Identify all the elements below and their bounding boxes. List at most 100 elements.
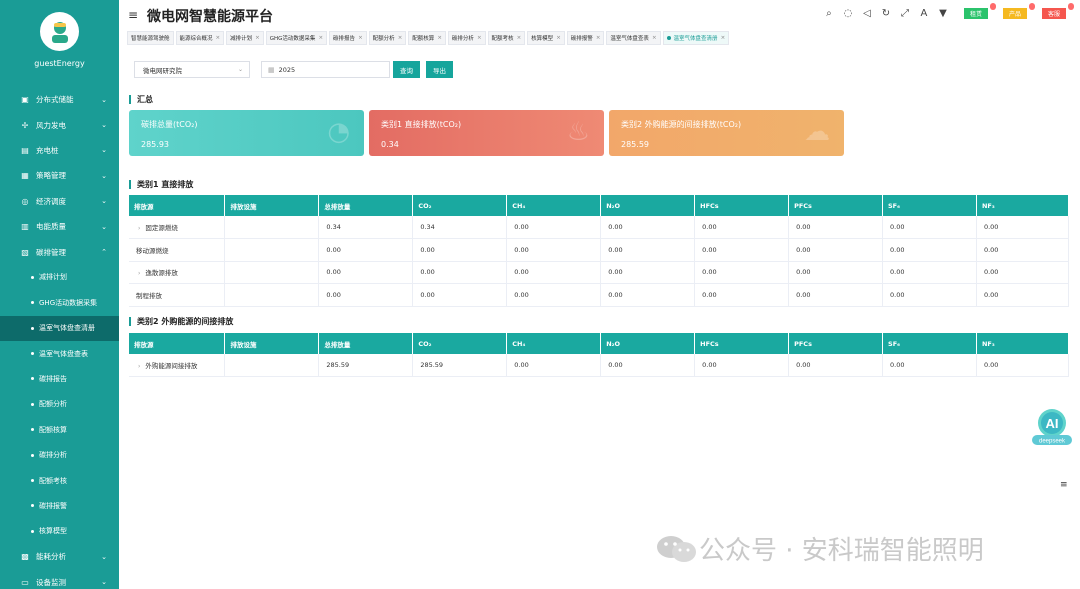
header-actions: ⌕ ◌ ◁ ↻ ⤢ A ▼ 租赁 产品 客服 xyxy=(823,2,1074,19)
calendar-icon: ▦ xyxy=(268,65,275,74)
settings-toggle-icon[interactable]: ≡ xyxy=(1060,480,1068,490)
table-row[interactable]: › 逸散源排放 0.00 0.00 0.00 0.00 0.00 0.00 0.00 0.00 xyxy=(129,261,1070,285)
svg-text:deepseek: deepseek xyxy=(1039,439,1066,445)
volume-icon[interactable]: ◁ xyxy=(861,7,873,19)
sidebar-subitem[interactable]: 核算模型 xyxy=(0,519,119,544)
table-row[interactable]: 移动源燃烧 0.00 0.00 0.00 0.00 0.00 0.00 0.00 0.00 xyxy=(129,238,1070,262)
top-header: ≡ 微电网智慧能源平台 ⌕ ◌ ◁ ↻ ⤢ A ▼ 租赁 产品 客服 xyxy=(119,0,1080,29)
chevron-down-icon: ⌄ xyxy=(101,222,107,231)
sidebar-subitem[interactable]: 配额考核 xyxy=(0,468,119,493)
close-icon[interactable]: × xyxy=(652,35,657,41)
tab-carbon-report[interactable]: 碳排报告 × xyxy=(329,31,367,45)
sidebar-subitem[interactable]: 碳排报警 xyxy=(0,493,119,518)
sidebar-item-storage[interactable]: ▣ 分布式储能 ⌄ xyxy=(0,87,119,112)
table-row[interactable]: › 外购能源间接排放 285.59 285.59 0.00 0.00 0.00 0.00 0.… xyxy=(129,354,1070,378)
sidebar-subitem[interactable]: 配额分析 xyxy=(0,392,119,417)
table-row[interactable]: › 固定源燃烧 0.34 0.34 0.00 0.00 0.00 0.00 0.00 0.00 xyxy=(129,216,1070,240)
ai-assistant-button[interactable]: AI deepseek xyxy=(1030,407,1074,447)
indirect-emission-table: 排放源 排放设施 总排放量 CO₂ CH₄ N₂O HFCs PFCs SF₆ … xyxy=(129,333,1070,378)
sidebar-subitem[interactable]: 碳排报告 xyxy=(0,366,119,391)
summary-section-title: 汇总 xyxy=(129,94,153,105)
close-icon[interactable]: × xyxy=(358,35,363,41)
sidebar-item-strategy[interactable]: ▦ 策略管理 ⌄ xyxy=(0,163,119,188)
sidebar-subitem[interactable]: 温室气体盘查表 xyxy=(0,341,119,366)
sidebar-item-charger[interactable]: ▤ 充电桩 ⌄ xyxy=(0,138,119,163)
ai-icon: AI deepseek xyxy=(1032,409,1072,445)
sidebar-subitem[interactable]: 配额核算 xyxy=(0,417,119,442)
close-icon[interactable]: × xyxy=(318,35,323,41)
charger-icon: ▤ xyxy=(21,145,29,155)
tab-model[interactable]: 核算模型 × xyxy=(527,31,565,45)
lease-button[interactable]: 租赁 xyxy=(963,2,996,19)
expand-icon[interactable]: › xyxy=(138,270,140,277)
wechat-icon[interactable]: ◌ xyxy=(842,7,854,19)
search-icon[interactable]: ⌕ xyxy=(823,7,835,19)
close-icon[interactable]: × xyxy=(517,35,522,41)
sidebar-item-dispatch[interactable]: ◎ 经济调度 ⌄ xyxy=(0,189,119,214)
query-button[interactable]: 查询 xyxy=(393,61,420,78)
username: guestEnergy xyxy=(34,59,85,68)
sidebar-subitem-active[interactable]: 温室气体盘查清册 xyxy=(0,315,119,341)
hamburger-icon[interactable]: ≡ xyxy=(128,8,138,22)
sidebar: guestEnergy ▣ 分布式储能 ⌄ ✢ 风力发电 ⌄ ▤ 充电桩 ⌄ ▦ 策略管理 ⌄ … xyxy=(0,0,119,589)
sidebar-menu: ▣ 分布式储能 ⌄ ✢ 风力发电 ⌄ ▤ 充电桩 ⌄ ▦ 策略管理 ⌄ ◎ 经济调度 ⌄ ▥ 电能质量… xyxy=(0,87,119,589)
chevron-down-icon: ⌄ xyxy=(101,171,107,180)
tab-quota-analysis[interactable]: 配额分析 × xyxy=(368,31,407,45)
power-quality-icon: ▥ xyxy=(21,222,29,232)
sidebar-item-monitor[interactable]: ▭ 设备监测 ⌄ xyxy=(0,569,119,589)
close-icon[interactable]: × xyxy=(596,35,601,41)
close-icon[interactable]: × xyxy=(437,35,442,41)
watermark: 公众号 · 安科瑞智能照明 xyxy=(655,530,984,567)
tab-carbon-alarm[interactable]: 碳排报警 × xyxy=(566,31,605,45)
sidebar-item-carbon[interactable]: ▧ 碳排管理 ⌃ xyxy=(0,239,119,264)
fullscreen-icon[interactable]: ⤢ xyxy=(899,7,911,19)
sidebar-subitem[interactable]: GHG活动数据采集 xyxy=(0,290,119,315)
export-button[interactable]: 导出 xyxy=(426,61,453,78)
wind-icon: ✢ xyxy=(21,120,29,130)
cloud-icon: ☁ xyxy=(804,117,830,147)
tab-ghg[interactable]: GHG活动数据采集 × xyxy=(265,31,328,45)
close-icon[interactable]: × xyxy=(721,35,726,41)
chevron-down-icon: ⌄ xyxy=(101,552,107,561)
tab-cockpit[interactable]: 智慧能源驾驶舱 xyxy=(127,31,174,45)
avatar[interactable] xyxy=(40,12,79,51)
chevron-up-icon: ⌃ xyxy=(101,248,107,257)
svg-text:AI: AI xyxy=(1046,416,1059,431)
tab-inventory-table[interactable]: 温室气体盘查表 × xyxy=(606,31,661,45)
sidebar-subitem[interactable]: 碳排分析 xyxy=(0,442,119,467)
close-icon[interactable]: × xyxy=(477,35,482,41)
close-icon[interactable]: × xyxy=(556,35,561,41)
skin-icon[interactable]: ▼ xyxy=(937,7,949,19)
sidebar-item-power-quality[interactable]: ▥ 电能质量 ⌄ xyxy=(0,214,119,239)
sidebar-subitem[interactable]: 减排计划 xyxy=(0,265,119,290)
tab-quota-calc[interactable]: 配额核算 × xyxy=(408,31,446,45)
close-icon[interactable]: × xyxy=(216,35,221,41)
tab-carbon-analysis[interactable]: 碳排分析 × xyxy=(447,31,486,45)
service-button[interactable]: 客服 xyxy=(1041,2,1074,19)
expand-icon[interactable]: › xyxy=(138,225,140,232)
fire-icon: ♨ xyxy=(566,117,590,147)
expand-icon[interactable]: › xyxy=(138,363,140,370)
close-icon[interactable]: × xyxy=(398,35,403,41)
indirect-emission-card: 类别2 外购能源的间接排放(tCO₂) 285.59 ☁ xyxy=(609,110,844,156)
monitor-icon: ▭ xyxy=(21,577,29,587)
chevron-down-icon: ⌄ xyxy=(101,578,107,587)
table-row[interactable]: 制程排放 0.00 0.00 0.00 0.00 0.00 0.00 0.00 0.00 xyxy=(129,283,1070,307)
chevron-down-icon: ⌄ xyxy=(101,197,107,206)
strategy-icon: ▦ xyxy=(21,171,29,181)
refresh-icon[interactable]: ↻ xyxy=(880,7,892,19)
year-picker[interactable]: ▦ 2025 xyxy=(261,61,390,78)
sidebar-item-wind[interactable]: ✢ 风力发电 ⌄ xyxy=(0,112,119,137)
tab-inventory-list[interactable]: 温室气体盘查清册 × xyxy=(662,31,730,45)
tab-reduction-plan[interactable]: 减排计划 × xyxy=(226,31,264,45)
close-icon[interactable]: × xyxy=(255,35,260,41)
product-button[interactable]: 产品 xyxy=(1002,2,1035,19)
sidebar-item-energy[interactable]: ▩ 能耗分析 ⌄ xyxy=(0,544,119,569)
font-size-icon[interactable]: A xyxy=(918,7,930,19)
total-emission-card: 碳排总量(tCO₂) 285.93 ◔ xyxy=(129,110,364,156)
org-select[interactable]: 微电网研究院 ⌄ xyxy=(134,61,250,78)
chevron-down-icon: ⌄ xyxy=(101,146,107,155)
carbon-icon: ◔ xyxy=(327,117,350,147)
tab-overview[interactable]: 能源综合概况 × xyxy=(175,31,225,45)
tab-quota-assess[interactable]: 配额考核 × xyxy=(487,31,526,45)
